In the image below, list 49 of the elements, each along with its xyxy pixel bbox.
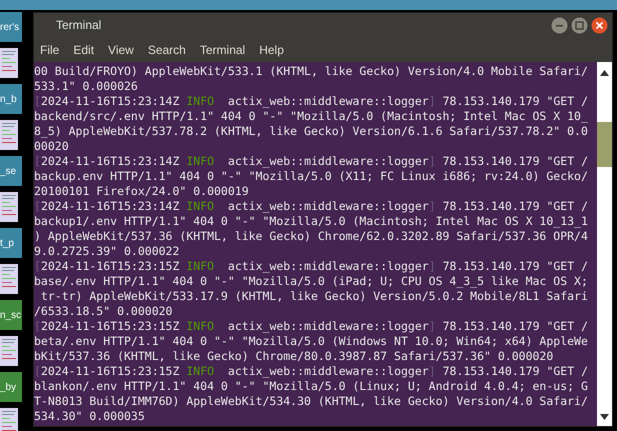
terminal-line: bKit/537.36 (KHTML, like Gecko) Chrome/80.0.3987.87 Safari/537.36" 0.000020	[34, 349, 554, 364]
desktop-icon-label[interactable]: n_b	[0, 84, 22, 114]
terminal-line: backend/src/.env HTTP/1.1" 404 0 "-" "Mozilla/5.0 (Macintosh; Intel Mac OS X 10_	[34, 109, 588, 124]
scroll-up-icon[interactable]	[600, 70, 609, 76]
desktop-icon-label[interactable]: _se	[0, 156, 22, 186]
scroll-down-icon[interactable]	[600, 414, 609, 420]
scrollbar[interactable]	[597, 62, 612, 426]
terminal-line: 9.0.2725.39" 0.000022	[34, 244, 180, 259]
terminal-line: tr-tr) AppleWebKit/533.17.9 (KHTML, like Gecko) Version/5.0.2 Mobile/8L1 Safari	[40, 289, 588, 304]
terminal-line: [2024-11-16T15:23:15Z INFO actix_web::middleware::logger] 78.153.140.179 "GET /	[34, 364, 588, 379]
terminal-line: 20100101 Firefox/24.0" 0.000019	[34, 184, 249, 199]
close-icon[interactable]	[591, 16, 608, 34]
menu-item[interactable]: Terminal	[200, 40, 246, 58]
menu-item[interactable]: Help	[259, 40, 284, 58]
terminal-line: beta/.env HTTP/1.1" 404 0 "-" "Mozilla/5.0 (Windows NT 10.0; Win64; x64) AppleWe	[34, 334, 588, 349]
desktop-icon-label[interactable]: n_sc	[0, 300, 22, 330]
document-thumbnail-icon	[0, 48, 18, 78]
document-thumbnail-icon	[0, 408, 18, 431]
terminal-line: /6533.18.5" 0.000020	[34, 304, 172, 319]
terminal-line: ) AppleWebKit/537.36 (KHTML, like Gecko) Chrome/62.0.3202.89 Safari/537.36 OPR/4	[34, 229, 588, 244]
terminal-line: T-N8013 Build/IMM76D) AppleWebKit/534.30 (KHTML, like Gecko) Version/4.0 Safari/	[34, 394, 588, 409]
minimize-icon[interactable]	[551, 16, 568, 34]
menu-item[interactable]: Edit	[73, 40, 94, 58]
desktop-icon-label[interactable]: t_p	[0, 228, 22, 258]
terminal-line: blankon/.env HTTP/1.1" 404 0 "-" "Mozilla/5.0 (Linux; U; Android 4.0.4; en-us; G	[34, 379, 588, 394]
terminal-line: backup1/.env HTTP/1.1" 404 0 "-" "Mozilla/5.0 (Macintosh; Intel Mac OS X 10_13_1	[34, 214, 588, 229]
terminal-line: [2024-11-16T15:23:14Z INFO actix_web::middleware::logger] 78.153.140.179 "GET /	[34, 94, 588, 109]
menu-item[interactable]: View	[108, 40, 134, 58]
terminal-line: 00020	[34, 139, 69, 154]
terminal-line: [2024-11-16T15:23:15Z INFO actix_web::middleware::logger] 78.153.140.179 "GET /	[34, 259, 588, 274]
desktop-icon-label[interactable]: _by	[0, 372, 22, 402]
window-title: Terminal	[56, 17, 102, 34]
terminal-line: 533.1" 0.000026	[34, 79, 138, 94]
document-thumbnail-icon	[0, 192, 18, 222]
menu-item[interactable]: File	[40, 40, 60, 58]
terminal-line: backup.env HTTP/1.1" 404 0 "-" "Mozilla/5.0 (X11; FC Linux i686; rv:24.0) Gecko/	[34, 169, 588, 184]
terminal-line: [2024-11-16T15:23:14Z INFO actix_web::middleware::logger] 78.153.140.179 "GET /	[34, 154, 588, 169]
terminal-line: 534.30" 0.000035	[34, 409, 145, 424]
document-thumbnail-icon	[0, 264, 18, 294]
desktop-icon-label[interactable]: rer's	[0, 12, 22, 42]
terminal-line: base/.env HTTP/1.1" 404 0 "-" "Mozilla/5.0 (iPad; U; CPU OS 4_3_5 like Mac OS X;	[34, 274, 588, 289]
document-thumbnail-icon	[0, 336, 18, 366]
menu-item[interactable]: Search	[148, 40, 186, 58]
document-thumbnail-icon	[0, 120, 18, 150]
terminal-line: [2024-11-16T15:23:15Z INFO actix_web::middleware::logger] 78.153.140.179 "GET /	[34, 319, 588, 334]
terminal-line: 00 Build/FROYO) AppleWebKit/533.1 (KHTML, like Gecko) Version/4.0 Mobile Safari/	[34, 64, 588, 79]
terminal-line: 8_5) AppleWebKit/537.78.2 (KHTML, like Gecko) Version/6.1.6 Safari/537.78.2" 0.0	[34, 124, 588, 139]
terminal-line: [2024-11-16T15:23:14Z INFO actix_web::middleware::logger] 78.153.140.179 "GET /	[34, 199, 588, 214]
scrollbar-thumb[interactable]	[597, 122, 612, 167]
